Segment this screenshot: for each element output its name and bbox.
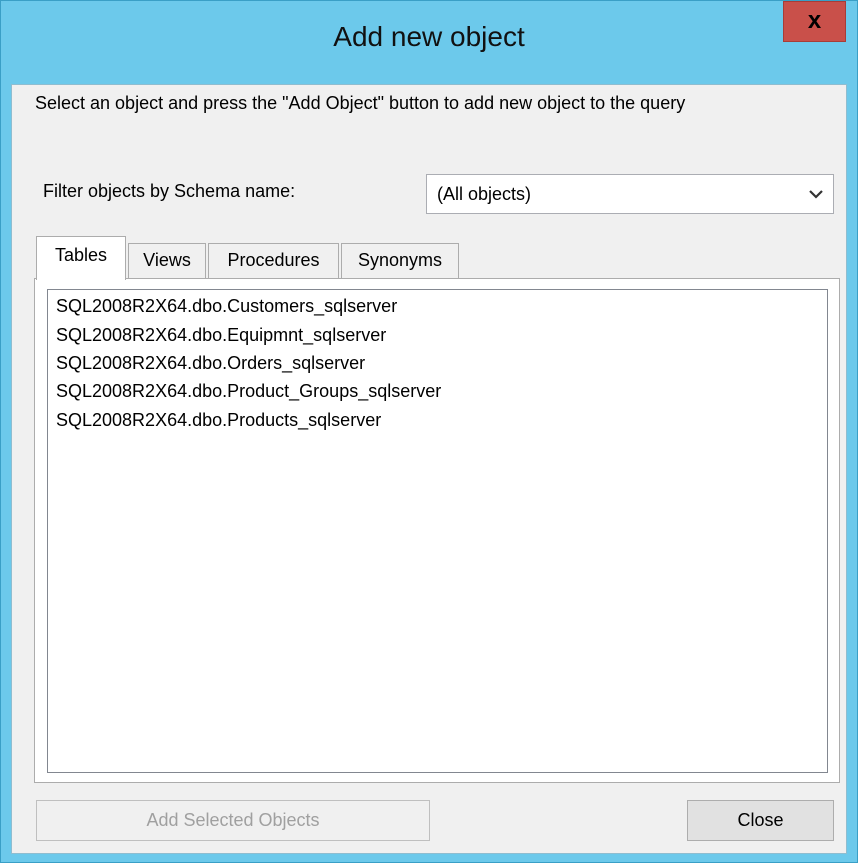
schema-filter-dropdown[interactable]: (All objects) xyxy=(426,174,834,214)
list-item[interactable]: SQL2008R2X64.dbo.Orders_sqlserver xyxy=(56,353,365,374)
tab-tables[interactable]: Tables xyxy=(36,236,126,280)
list-item[interactable]: SQL2008R2X64.dbo.Products_sqlserver xyxy=(56,410,381,431)
list-item[interactable]: SQL2008R2X64.dbo.Equipmnt_sqlserver xyxy=(56,325,386,346)
chevron-down-icon xyxy=(807,183,825,205)
tab-synonyms[interactable]: Synonyms xyxy=(341,243,459,278)
add-selected-objects-button[interactable]: Add Selected Objects xyxy=(36,800,430,841)
tab-views[interactable]: Views xyxy=(128,243,206,278)
schema-filter-label: Filter objects by Schema name: xyxy=(43,181,296,201)
tab-procedures[interactable]: Procedures xyxy=(208,243,339,278)
instructions-text: Select an object and press the "Add Obje… xyxy=(35,93,686,113)
list-item[interactable]: SQL2008R2X64.dbo.Customers_sqlserver xyxy=(56,296,397,317)
objects-listbox[interactable]: SQL2008R2X64.dbo.Customers_sqlserver SQL… xyxy=(47,289,828,773)
close-button[interactable]: Close xyxy=(687,800,834,841)
dialog-content: Select an object and press the "Add Obje… xyxy=(11,84,847,854)
schema-filter-value: (All objects) xyxy=(437,184,532,204)
add-new-object-dialog: Add new object x Select an object and pr… xyxy=(0,0,858,863)
tables-tab-panel: SQL2008R2X64.dbo.Customers_sqlserver SQL… xyxy=(34,278,840,783)
window-title: Add new object xyxy=(333,21,525,52)
list-item[interactable]: SQL2008R2X64.dbo.Product_Groups_sqlserve… xyxy=(56,381,441,402)
window-close-button[interactable]: x xyxy=(783,1,846,42)
title-bar: Add new object x xyxy=(1,1,857,84)
